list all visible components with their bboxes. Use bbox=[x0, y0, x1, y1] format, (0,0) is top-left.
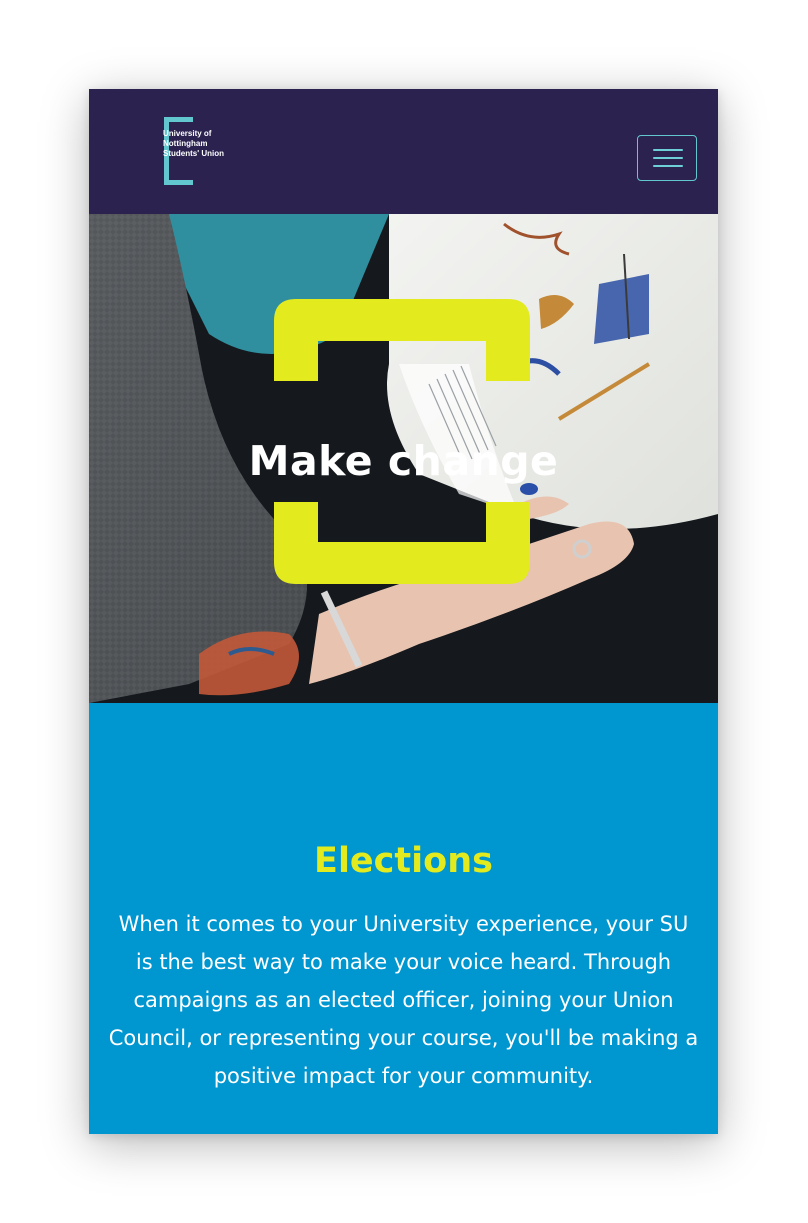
section-body: When it comes to your University experie… bbox=[108, 912, 699, 1088]
elections-section: Elections When it comes to your Universi… bbox=[89, 703, 718, 1134]
logo-line-3: Students' Union bbox=[163, 149, 225, 158]
bracket-top bbox=[274, 299, 530, 381]
menu-toggle-button[interactable] bbox=[637, 135, 697, 181]
mobile-viewport: University of Nottingham Students' Union bbox=[89, 89, 718, 1134]
logo-line-2: Nottingham bbox=[163, 139, 208, 148]
section-title: Elections bbox=[314, 841, 493, 881]
hero-title: Make change bbox=[248, 437, 559, 486]
logo-text: University of Nottingham Students' Union bbox=[163, 129, 253, 159]
bracket-bottom bbox=[274, 502, 530, 584]
hero-banner: Make change bbox=[89, 214, 718, 703]
site-header: University of Nottingham Students' Union bbox=[89, 89, 718, 214]
logo-line-1: University of bbox=[163, 129, 212, 138]
